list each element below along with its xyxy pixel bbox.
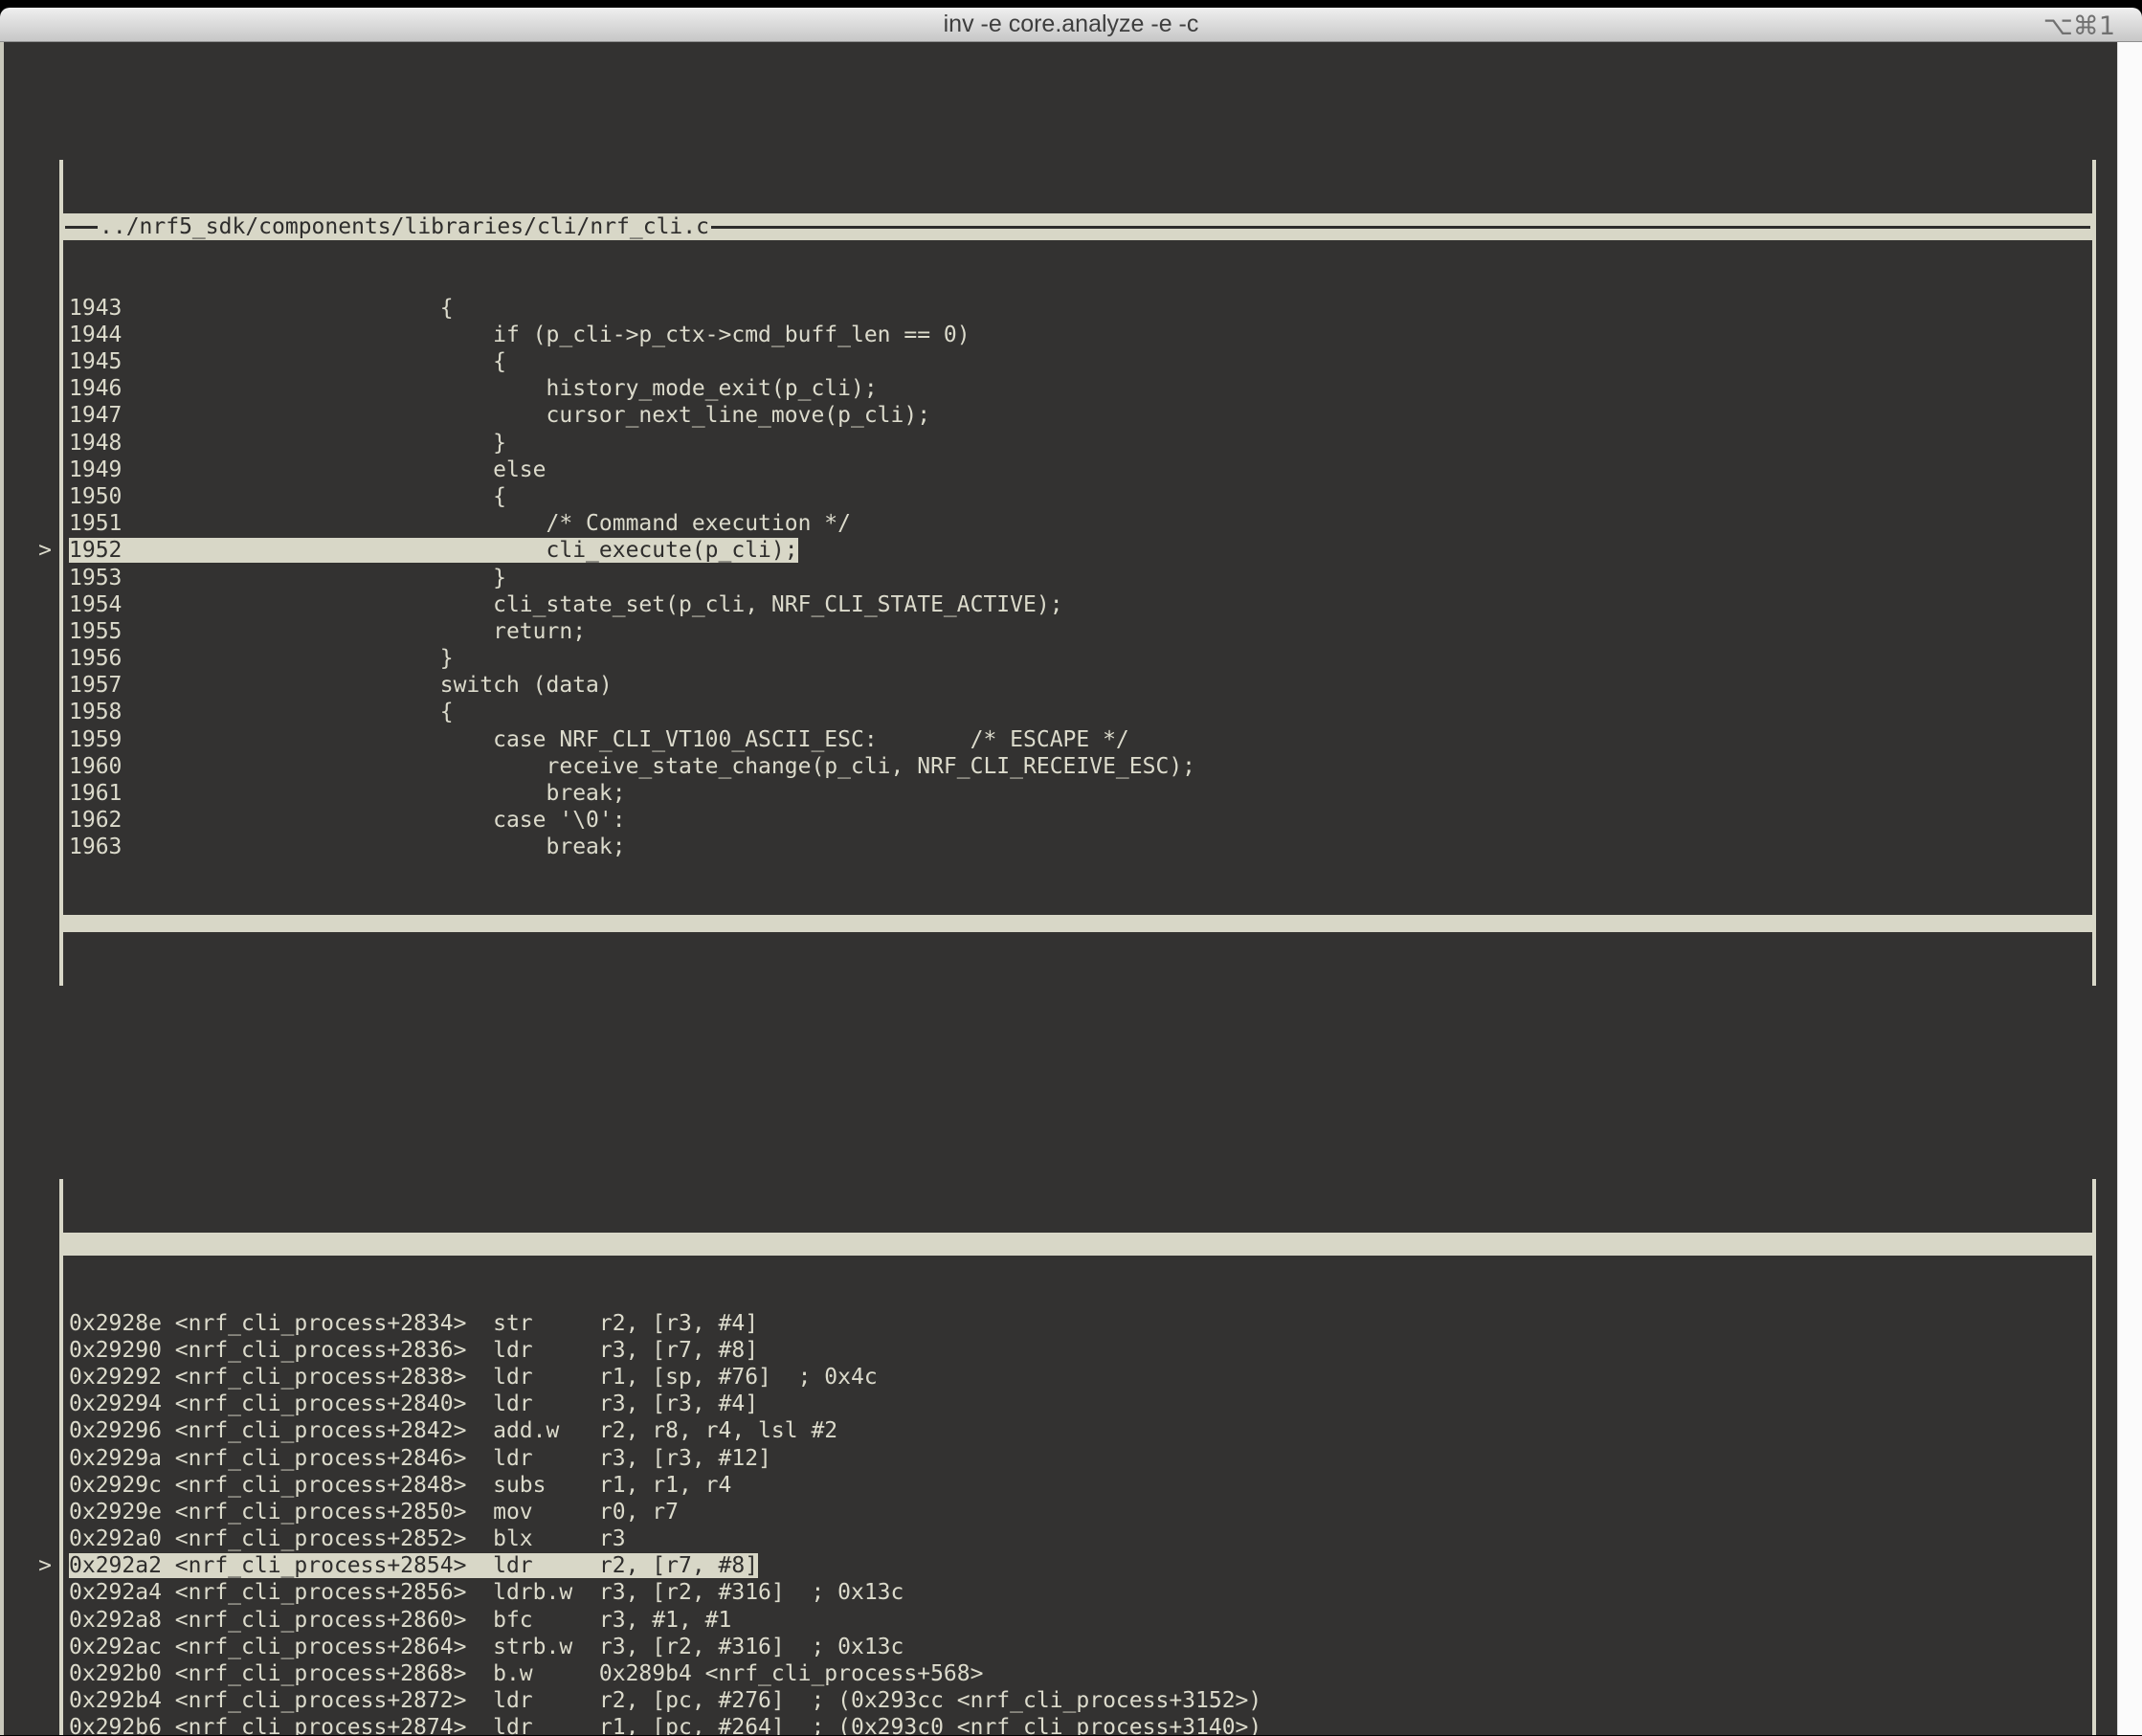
gutter-cell: [4, 1714, 52, 1735]
gutter-cell: [4, 645, 52, 672]
gutter-cell: [4, 591, 52, 618]
gutter-cell: [4, 807, 52, 834]
assembly-panel: > 0x2928e <nrf_cli_process+2834> str r2,…: [4, 1179, 2096, 1735]
gutter-cell: [4, 1579, 52, 1606]
gutter-cell: [4, 1525, 52, 1552]
source-line: 1943 {: [63, 295, 2092, 322]
source-panel: > ../nrf5_sdk/components/libraries/cli/n…: [4, 160, 2096, 987]
source-line: 1954 cli_state_set(p_cli, NRF_CLI_STATE_…: [63, 591, 2092, 618]
gutter-cell: [4, 618, 52, 645]
source-line: 1948 }: [63, 430, 2092, 456]
current-line-marker: >: [4, 1552, 52, 1579]
gutter-cell: [4, 726, 52, 753]
gutter-cell: [4, 402, 52, 429]
gutter-cell: [4, 295, 52, 322]
asm-line: 0x2928e <nrf_cli_process+2834> str r2, […: [63, 1310, 2092, 1337]
gutter-cell: [4, 1417, 52, 1444]
assembly-window-top-border: [63, 1233, 2092, 1256]
terminal-screen[interactable]: > ../nrf5_sdk/components/libraries/cli/n…: [0, 42, 2142, 1735]
gutter-cell: [4, 1337, 52, 1364]
assembly-gutter: >: [4, 1179, 59, 1735]
source-line: 1952 cli_execute(p_cli);: [63, 537, 2092, 564]
gutter-cell: [4, 1687, 52, 1714]
source-line: 1946 history_mode_exit(p_cli);: [63, 375, 2092, 402]
asm-line: 0x292ac <nrf_cli_process+2864> strb.w r3…: [63, 1634, 2092, 1660]
gutter-cell: [4, 1472, 52, 1499]
source-line: 1947 cursor_next_line_move(p_cli);: [63, 402, 2092, 429]
gutter-cell: [4, 456, 52, 483]
source-line: 1961 break;: [63, 780, 2092, 807]
gutter-cell: [4, 1445, 52, 1472]
titlebar: inv -e core.analyze -e -c ⌥⌘1: [0, 8, 2142, 42]
gutter-cell: [4, 430, 52, 456]
gutter-cell: [4, 348, 52, 375]
window-title: inv -e core.analyze -e -c: [944, 11, 1199, 38]
gutter-cell: [4, 1310, 52, 1337]
gutter-cell: [4, 1364, 52, 1391]
gutter-cell: [4, 510, 52, 537]
asm-line: 0x292a2 <nrf_cli_process+2854> ldr r2, […: [63, 1552, 2092, 1579]
asm-line: 0x292b0 <nrf_cli_process+2868> b.w 0x289…: [63, 1660, 2092, 1687]
source-line: 1955 return;: [63, 618, 2092, 645]
gutter-cell: [4, 483, 52, 510]
asm-line: 0x29296 <nrf_cli_process+2842> add.w r2,…: [63, 1417, 2092, 1444]
source-line: 1962 case '\0':: [63, 807, 2092, 834]
asm-line: 0x2929a <nrf_cli_process+2846> ldr r3, […: [63, 1445, 2092, 1472]
asm-line: 0x292a0 <nrf_cli_process+2852> blx r3: [63, 1525, 2092, 1552]
gutter-cell: [4, 1391, 52, 1417]
scrollbar-track[interactable]: [2117, 42, 2142, 1735]
source-line: 1953 }: [63, 565, 2092, 591]
source-line: 1944 if (p_cli->p_ctx->cmd_buff_len == 0…: [63, 322, 2092, 348]
asm-line: 0x292b4 <nrf_cli_process+2872> ldr r2, […: [63, 1687, 2092, 1714]
gutter-cell: [4, 322, 52, 348]
source-line: 1963 break;: [63, 834, 2092, 860]
window-shortcut-badge: ⌥⌘1: [2043, 11, 2115, 41]
gutter-cell: [4, 672, 52, 699]
gutter-cell: [4, 1660, 52, 1687]
source-line: 1957 switch (data): [63, 672, 2092, 699]
gutter-cell: [4, 834, 52, 860]
assembly-window: 0x2928e <nrf_cli_process+2834> str r2, […: [59, 1179, 2096, 1735]
source-gutter: >: [4, 160, 59, 987]
gutter-cell: [4, 780, 52, 807]
source-line: 1958 {: [63, 699, 2092, 725]
asm-line: 0x2929c <nrf_cli_process+2848> subs r1, …: [63, 1472, 2092, 1499]
source-file-title: ../nrf5_sdk/components/libraries/cli/nrf…: [98, 213, 711, 240]
gutter-cell: [4, 1499, 52, 1525]
source-line: 1950 {: [63, 483, 2092, 510]
current-line-marker: >: [4, 537, 52, 564]
source-line: 1956 }: [63, 645, 2092, 672]
gutter-cell: [4, 565, 52, 591]
source-line: 1960 receive_state_change(p_cli, NRF_CLI…: [63, 753, 2092, 780]
gutter-cell: [4, 699, 52, 725]
source-window: ../nrf5_sdk/components/libraries/cli/nrf…: [59, 160, 2096, 987]
asm-line: 0x292a4 <nrf_cli_process+2856> ldrb.w r3…: [63, 1579, 2092, 1606]
asm-line: 0x2929e <nrf_cli_process+2850> mov r0, r…: [63, 1499, 2092, 1525]
border-line: [65, 226, 98, 229]
gutter-cell: [4, 375, 52, 402]
asm-line: 0x292a8 <nrf_cli_process+2860> bfc r3, #…: [63, 1607, 2092, 1634]
source-line: 1951 /* Command execution */: [63, 510, 2092, 537]
gutter-cell: [4, 753, 52, 780]
gutter-cell: [4, 1634, 52, 1660]
source-line: 1945 {: [63, 348, 2092, 375]
gutter-cell: [4, 1607, 52, 1634]
window-top-strip: [0, 0, 2142, 8]
source-line: 1959 case NRF_CLI_VT100_ASCII_ESC: /* ES…: [63, 726, 2092, 753]
asm-line: 0x29292 <nrf_cli_process+2838> ldr r1, […: [63, 1364, 2092, 1391]
asm-line: 0x292b6 <nrf_cli_process+2874> ldr r1, […: [63, 1714, 2092, 1735]
border-line: [711, 226, 2090, 229]
asm-line: 0x29294 <nrf_cli_process+2840> ldr r3, […: [63, 1391, 2092, 1417]
source-window-titlebar: ../nrf5_sdk/components/libraries/cli/nrf…: [63, 213, 2092, 240]
asm-line: 0x29290 <nrf_cli_process+2836> ldr r3, […: [63, 1337, 2092, 1364]
source-window-bottom-border: [63, 915, 2092, 932]
source-line: 1949 else: [63, 456, 2092, 483]
